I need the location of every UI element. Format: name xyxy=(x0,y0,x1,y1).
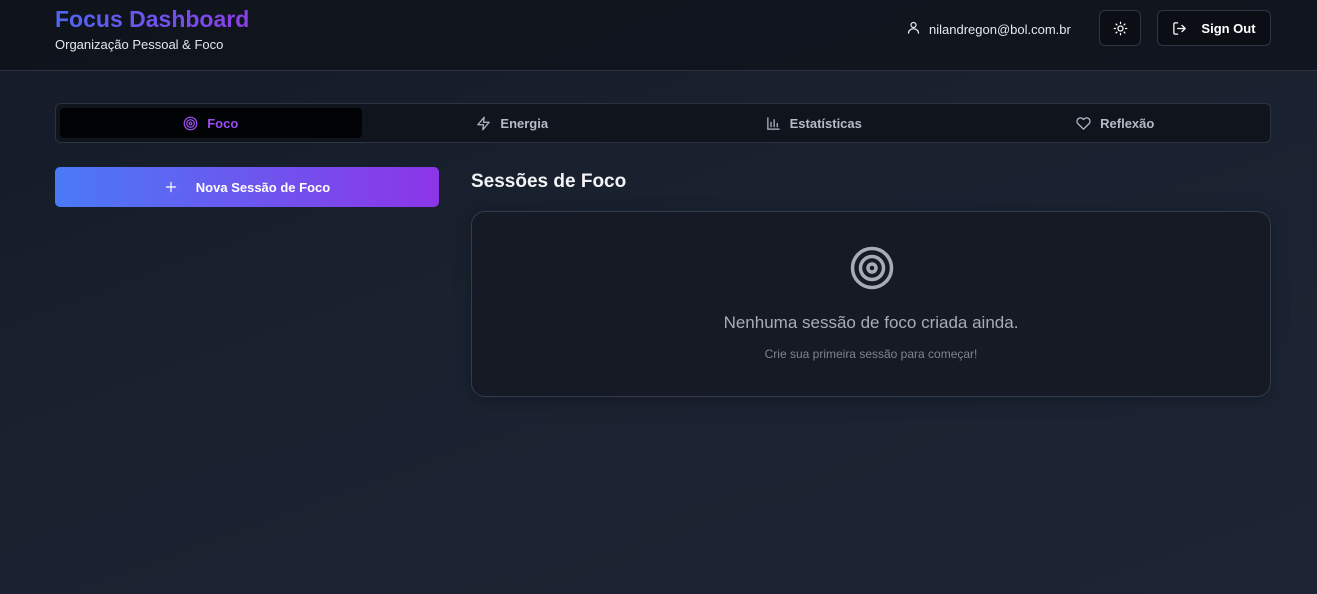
sign-out-button[interactable]: Sign Out xyxy=(1157,10,1271,46)
tab-label: Reflexão xyxy=(1100,115,1155,131)
heart-icon xyxy=(1076,116,1091,131)
new-focus-session-button[interactable]: Nova Sessão de Foco xyxy=(55,167,439,207)
sun-icon xyxy=(1113,21,1128,36)
target-icon xyxy=(183,116,198,131)
empty-state-card: Nenhuma sessão de foco criada ainda. Cri… xyxy=(471,211,1271,397)
top-header: Focus Dashboard Organização Pessoal & Fo… xyxy=(0,0,1317,71)
theme-toggle-button[interactable] xyxy=(1099,10,1141,46)
tab-energia[interactable]: Energia xyxy=(362,108,664,138)
app-title: Focus Dashboard xyxy=(55,6,250,32)
user-info: nilandregon@bol.com.br xyxy=(906,20,1071,38)
zap-icon xyxy=(476,116,491,131)
tab-label: Estatísticas xyxy=(789,115,862,131)
log-out-icon xyxy=(1172,21,1187,36)
new-session-label: Nova Sessão de Foco xyxy=(195,179,331,195)
tab-reflexao[interactable]: Reflexão xyxy=(965,108,1267,138)
user-email: nilandregon@bol.com.br xyxy=(929,21,1071,37)
target-icon xyxy=(849,245,895,291)
bar-chart-icon xyxy=(766,116,781,131)
tab-bar: Foco Energia Estatísticas Reflexão xyxy=(55,103,1271,143)
sign-out-label: Sign Out xyxy=(1201,20,1256,36)
empty-state-message: Nenhuma sessão de foco criada ainda. xyxy=(723,313,1019,332)
tab-label: Foco xyxy=(207,115,239,131)
empty-state-hint: Crie sua primeira sessão para começar! xyxy=(764,347,978,361)
app-subtitle: Organização Pessoal & Foco xyxy=(55,37,224,52)
user-icon xyxy=(906,20,921,38)
tab-estatisticas[interactable]: Estatísticas xyxy=(663,108,965,138)
plus-icon xyxy=(164,180,178,194)
section-title: Sessões de Foco xyxy=(471,171,627,192)
tab-foco[interactable]: Foco xyxy=(60,108,362,138)
tab-label: Energia xyxy=(500,115,549,131)
